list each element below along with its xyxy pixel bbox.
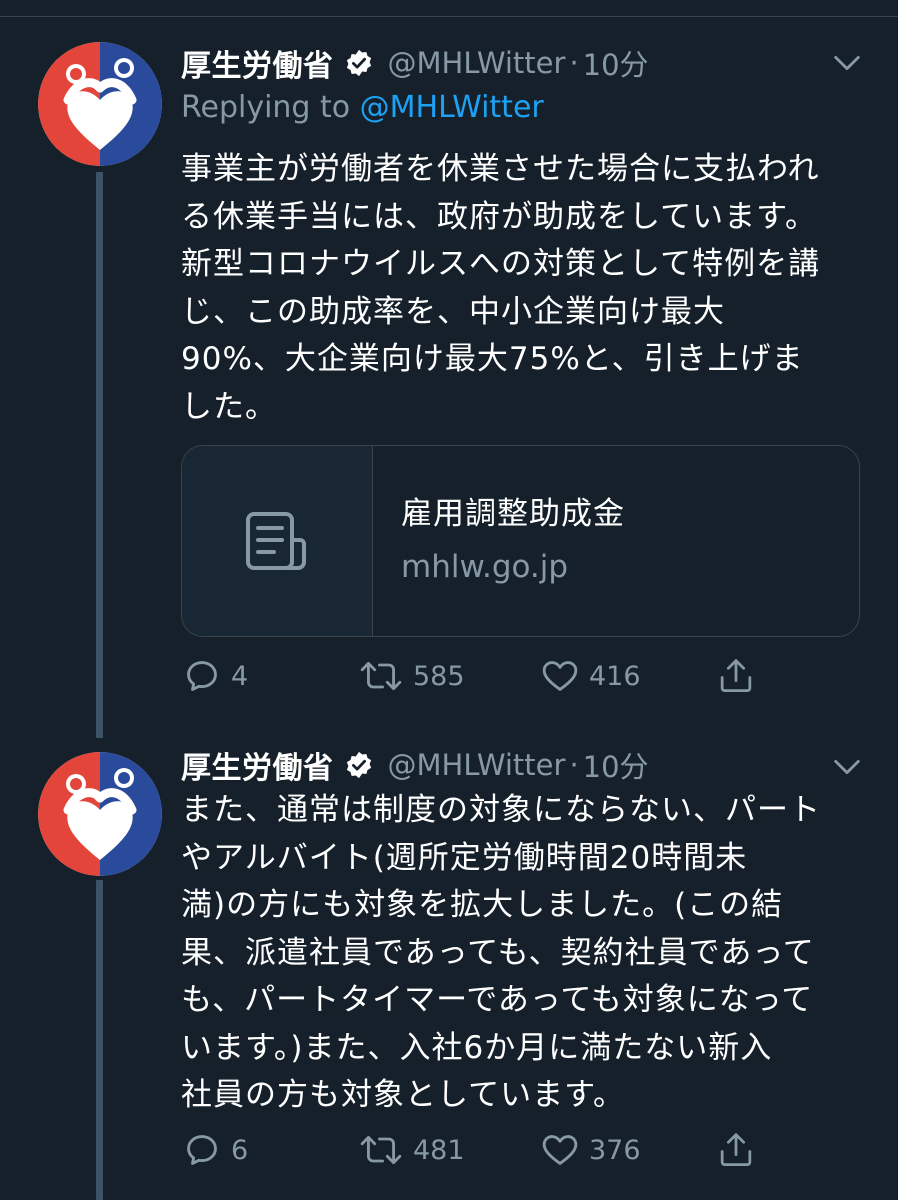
- replying-to: Replying to @MHLWitter: [181, 90, 544, 125]
- tweet-header: 厚生労働省 @MHLWitter · 10分: [181, 38, 649, 88]
- like-count: 416: [589, 660, 641, 692]
- mhlw-logo-icon: [38, 42, 162, 166]
- separator-dot: ·: [569, 46, 579, 80]
- reply-icon: [187, 661, 217, 691]
- mhlw-logo-icon: [38, 752, 162, 876]
- card-thumbnail: [182, 446, 373, 636]
- retweet-count: 481: [413, 1134, 465, 1166]
- card-title: 雇用調整助成金: [401, 496, 625, 532]
- display-name[interactable]: 厚生労働省: [181, 41, 334, 85]
- tweet-text: 事業主が労働者を休業させた場合に支払われ る休業手当には、政府が助成をしています…: [181, 151, 821, 425]
- retweet-button[interactable]: 481: [359, 1128, 465, 1172]
- heart-icon: [542, 1135, 578, 1165]
- handle[interactable]: @MHLWitter: [388, 46, 566, 80]
- replying-to-mention[interactable]: @MHLWitter: [360, 90, 544, 125]
- chevron-down-icon[interactable]: [830, 46, 864, 80]
- retweet-icon: [360, 662, 402, 690]
- reply-button[interactable]: 6: [183, 1128, 248, 1172]
- like-button[interactable]: 376: [541, 1128, 641, 1172]
- reply-icon: [187, 1135, 217, 1165]
- tweet-header: 厚生労働省 @MHLWitter · 10分: [181, 740, 649, 790]
- tweet-text: また、通常は制度の対象にならない、パート やアルバイト(週所定労働時間20時間未…: [181, 792, 821, 1113]
- tweet-actions: 4 585 416: [181, 654, 801, 698]
- separator-dot: ·: [569, 748, 579, 782]
- timestamp[interactable]: 10分: [583, 42, 649, 84]
- retweet-icon: [360, 1136, 402, 1164]
- share-button[interactable]: [717, 654, 765, 698]
- handle[interactable]: @MHLWitter: [388, 748, 566, 782]
- card-body: 雇用調整助成金 mhlw.go.jp: [373, 446, 625, 636]
- reply-button[interactable]: 4: [183, 654, 248, 698]
- verified-badge-icon: [346, 751, 371, 779]
- retweet-button[interactable]: 585: [359, 654, 465, 698]
- display-name[interactable]: 厚生労働省: [181, 743, 334, 787]
- verified-badge-icon: [346, 49, 371, 77]
- thread-line: [96, 172, 103, 738]
- link-card[interactable]: 雇用調整助成金 mhlw.go.jp: [181, 445, 860, 637]
- like-count: 376: [589, 1134, 641, 1166]
- avatar[interactable]: [38, 42, 162, 166]
- tweet-actions: 6 481 376: [181, 1128, 801, 1172]
- chevron-down-icon[interactable]: [830, 750, 864, 784]
- reply-count: 4: [231, 660, 249, 692]
- share-button[interactable]: [717, 1128, 765, 1172]
- share-icon: [720, 659, 752, 692]
- thread-line: [96, 880, 103, 1200]
- top-divider: [0, 16, 898, 17]
- reply-count: 6: [231, 1134, 249, 1166]
- card-domain: mhlw.go.jp: [401, 549, 569, 585]
- document-icon: [246, 512, 306, 570]
- share-icon: [720, 1133, 752, 1166]
- retweet-count: 585: [413, 660, 465, 692]
- timestamp[interactable]: 10分: [583, 744, 649, 786]
- replying-to-label: Replying to: [181, 90, 360, 125]
- heart-icon: [542, 661, 578, 691]
- like-button[interactable]: 416: [541, 654, 641, 698]
- avatar[interactable]: [38, 752, 162, 876]
